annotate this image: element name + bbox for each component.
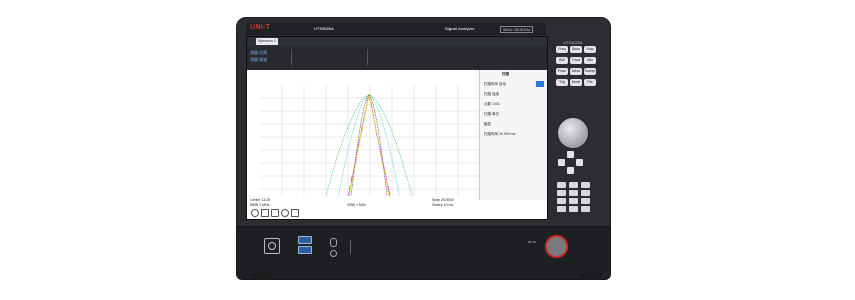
freq-range-label: 9kHz~26.5GHz — [500, 26, 534, 33]
numkey-4[interactable] — [569, 190, 578, 196]
numkey-7[interactable] — [569, 198, 578, 204]
numkey-1[interactable] — [569, 182, 578, 188]
numkey-3[interactable] — [557, 190, 566, 196]
softkey-4[interactable]: 扫描 单次 — [484, 112, 499, 117]
softkey-1-indicator — [536, 81, 544, 87]
numkey-8[interactable] — [581, 198, 590, 204]
usb-port-2[interactable] — [298, 246, 312, 254]
status-span: Span 26.5000 — [432, 198, 454, 202]
info-bar: 测量:扫频 测量:频谱 — [247, 46, 547, 70]
softkey-panel: 扫描 扫描时间 自动 扫描 连续 点数 1001 扫描 单次 触发 扫描时间 1… — [479, 70, 547, 200]
softkey-6[interactable]: 扫描时间 10.000 ms — [484, 132, 515, 137]
tab-spectrum[interactable]: Spectrum 1 — [256, 38, 278, 45]
settings-icon[interactable] — [291, 209, 299, 217]
softkey-5[interactable]: 触发 — [484, 122, 491, 127]
numkey-10[interactable] — [569, 206, 578, 212]
numkey-2[interactable] — [581, 182, 590, 188]
key-bw[interactable]: BW — [556, 57, 568, 64]
key-mode[interactable]: Mode — [570, 79, 582, 86]
arrow-right-key[interactable] — [576, 159, 583, 166]
info-line-1: 测量:扫频 — [250, 50, 268, 55]
type-label: Signal Analyzer — [445, 26, 475, 31]
arrow-left-key[interactable] — [558, 159, 565, 166]
numkey-11[interactable] — [581, 206, 590, 212]
rf-input-label: RF IN — [528, 240, 536, 244]
key-sweep[interactable]: Sweep — [584, 68, 596, 75]
foot-left — [251, 273, 273, 280]
softkey-1[interactable]: 扫描时间 自动 — [484, 82, 506, 87]
brand-logo: UNI-T — [250, 24, 270, 31]
knob-icon[interactable] — [556, 116, 590, 150]
status-sweep: Sweep 10 ms — [432, 203, 454, 207]
numkey-6[interactable] — [557, 198, 566, 204]
key-span[interactable]: Span — [570, 46, 582, 53]
softkey-3[interactable]: 点数 1001 — [484, 102, 500, 107]
home-icon[interactable] — [251, 209, 259, 217]
folder-icon[interactable] — [271, 209, 279, 217]
key-meas[interactable]: Meas — [570, 68, 582, 75]
power-icon[interactable] — [264, 238, 280, 254]
numkey-5[interactable] — [581, 190, 590, 196]
arrow-down-key[interactable] — [567, 167, 574, 174]
noise-trace-magenta — [260, 95, 479, 211]
usb-icon[interactable] — [298, 236, 312, 244]
status-center: Center 13.25 — [250, 198, 271, 202]
status-rbw: RBW 1 MHz — [250, 203, 270, 207]
key-amp[interactable]: Amp — [584, 46, 596, 53]
headphone-icon[interactable] — [330, 238, 337, 247]
rf-input-icon[interactable] — [545, 235, 568, 258]
key-trig[interactable]: Trig — [556, 79, 568, 86]
numkey-0[interactable] — [557, 182, 566, 188]
softkey-panel-title: 扫描 — [502, 72, 509, 76]
info-block-b — [367, 49, 438, 65]
key-file[interactable]: File — [584, 79, 596, 86]
divider — [350, 240, 351, 254]
softkey-2[interactable]: 扫描 连续 — [484, 92, 499, 97]
foot-right — [580, 273, 602, 280]
key-peak[interactable]: Peak — [556, 68, 568, 75]
status-bar: Center 13.25 RBW 1 MHz VBW 1 MHz Span 26… — [247, 196, 479, 219]
tab-label: Spectrum 1 — [258, 39, 276, 43]
screen-top-bar — [247, 37, 547, 46]
numkey-9[interactable] — [557, 206, 566, 212]
display-screen[interactable]: Spectrum 1 测量:扫频 测量:频谱 扫描 扫描时间 自动 扫描 连续 — [246, 36, 548, 220]
status-vbw: VBW 1 MHz — [347, 203, 367, 207]
arrow-up-key[interactable] — [567, 151, 574, 158]
brand-text: UNI-T — [250, 24, 271, 31]
info-block-a — [291, 49, 362, 65]
save-icon[interactable] — [261, 209, 269, 217]
key-freq[interactable]: Freq — [556, 46, 568, 53]
audio-jack[interactable] — [330, 250, 337, 257]
key-trace[interactable]: Trace — [570, 57, 582, 64]
model-label: UTS3026A — [314, 26, 334, 31]
key-mkr[interactable]: Mkr — [584, 57, 596, 64]
info-line-2: 测量:频谱 — [250, 57, 268, 62]
clock-icon[interactable] — [281, 209, 289, 217]
